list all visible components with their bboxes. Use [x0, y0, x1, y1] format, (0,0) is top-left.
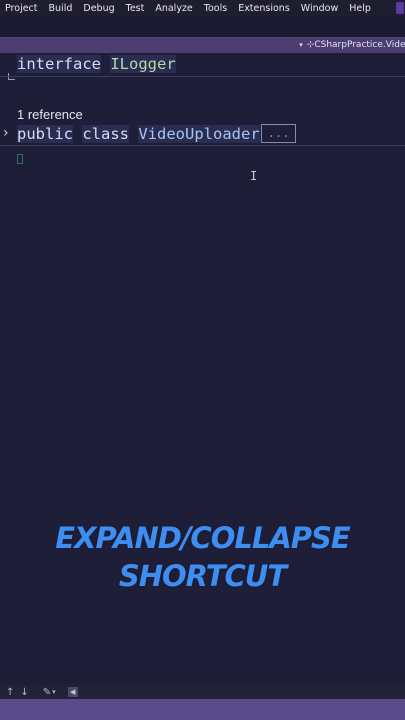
text-caret [17, 154, 23, 164]
separator-line [0, 76, 405, 77]
menu-help[interactable]: Help [344, 3, 377, 14]
dropdown-icon[interactable]: ▾ [52, 688, 56, 696]
expand-chevron-icon[interactable]: › [3, 125, 9, 141]
caption-line-2: SHORTCUT [118, 559, 287, 593]
menu-analyze[interactable]: Analyze [150, 3, 198, 14]
status-bar: ↑ ↓ ✎ ▾ ◀ [0, 685, 405, 699]
separator-line [0, 145, 405, 146]
menu-test[interactable]: Test [121, 3, 151, 14]
chevron-down-icon[interactable]: ▾ [299, 41, 303, 49]
class-declaration[interactable]: public class VideoUploader... [17, 124, 297, 143]
navigation-bar: ▾ ⊹CSharpPractice.Video [0, 37, 405, 53]
codelens-references[interactable]: 1 reference [17, 107, 83, 122]
namespace-dropdown[interactable]: ⊹CSharpPractice.Video [307, 40, 405, 50]
menu-build[interactable]: Build [44, 3, 79, 14]
menu-bar: Project Build Debug Test Analyze Tools E… [0, 0, 405, 16]
caption-line-1: EXPAND/COLLAPSE [55, 521, 350, 555]
caption-overlay: EXPAND/COLLAPSE SHORTCUT [0, 519, 405, 595]
menu-project[interactable]: Project [0, 3, 44, 14]
interface-keyword: interface [17, 55, 101, 73]
brush-icon[interactable]: ✎ [43, 687, 51, 698]
interface-name: ILogger [110, 55, 176, 73]
public-keyword: public [17, 125, 73, 143]
menu-debug[interactable]: Debug [78, 3, 120, 14]
arrow-down-icon[interactable]: ↓ [20, 687, 28, 698]
collapsed-region-button[interactable]: ... [260, 124, 297, 143]
ibeam-cursor-icon: I [250, 169, 258, 183]
menu-window[interactable]: Window [296, 3, 344, 14]
menu-extra-button[interactable] [396, 2, 404, 14]
menu-extensions[interactable]: Extensions [233, 3, 296, 14]
code-editor[interactable]: interface ILogger 1 reference › public c… [0, 53, 405, 685]
interface-declaration[interactable]: interface ILogger [17, 55, 176, 73]
arrow-up-icon[interactable]: ↑ [6, 687, 14, 698]
class-name: VideoUploader [138, 125, 260, 143]
scroll-left-icon[interactable]: ◀ [67, 687, 78, 697]
class-keyword: class [82, 125, 130, 143]
bottom-bar [0, 699, 405, 720]
toolbar-area [0, 16, 405, 37]
menu-tools[interactable]: Tools [199, 3, 233, 14]
